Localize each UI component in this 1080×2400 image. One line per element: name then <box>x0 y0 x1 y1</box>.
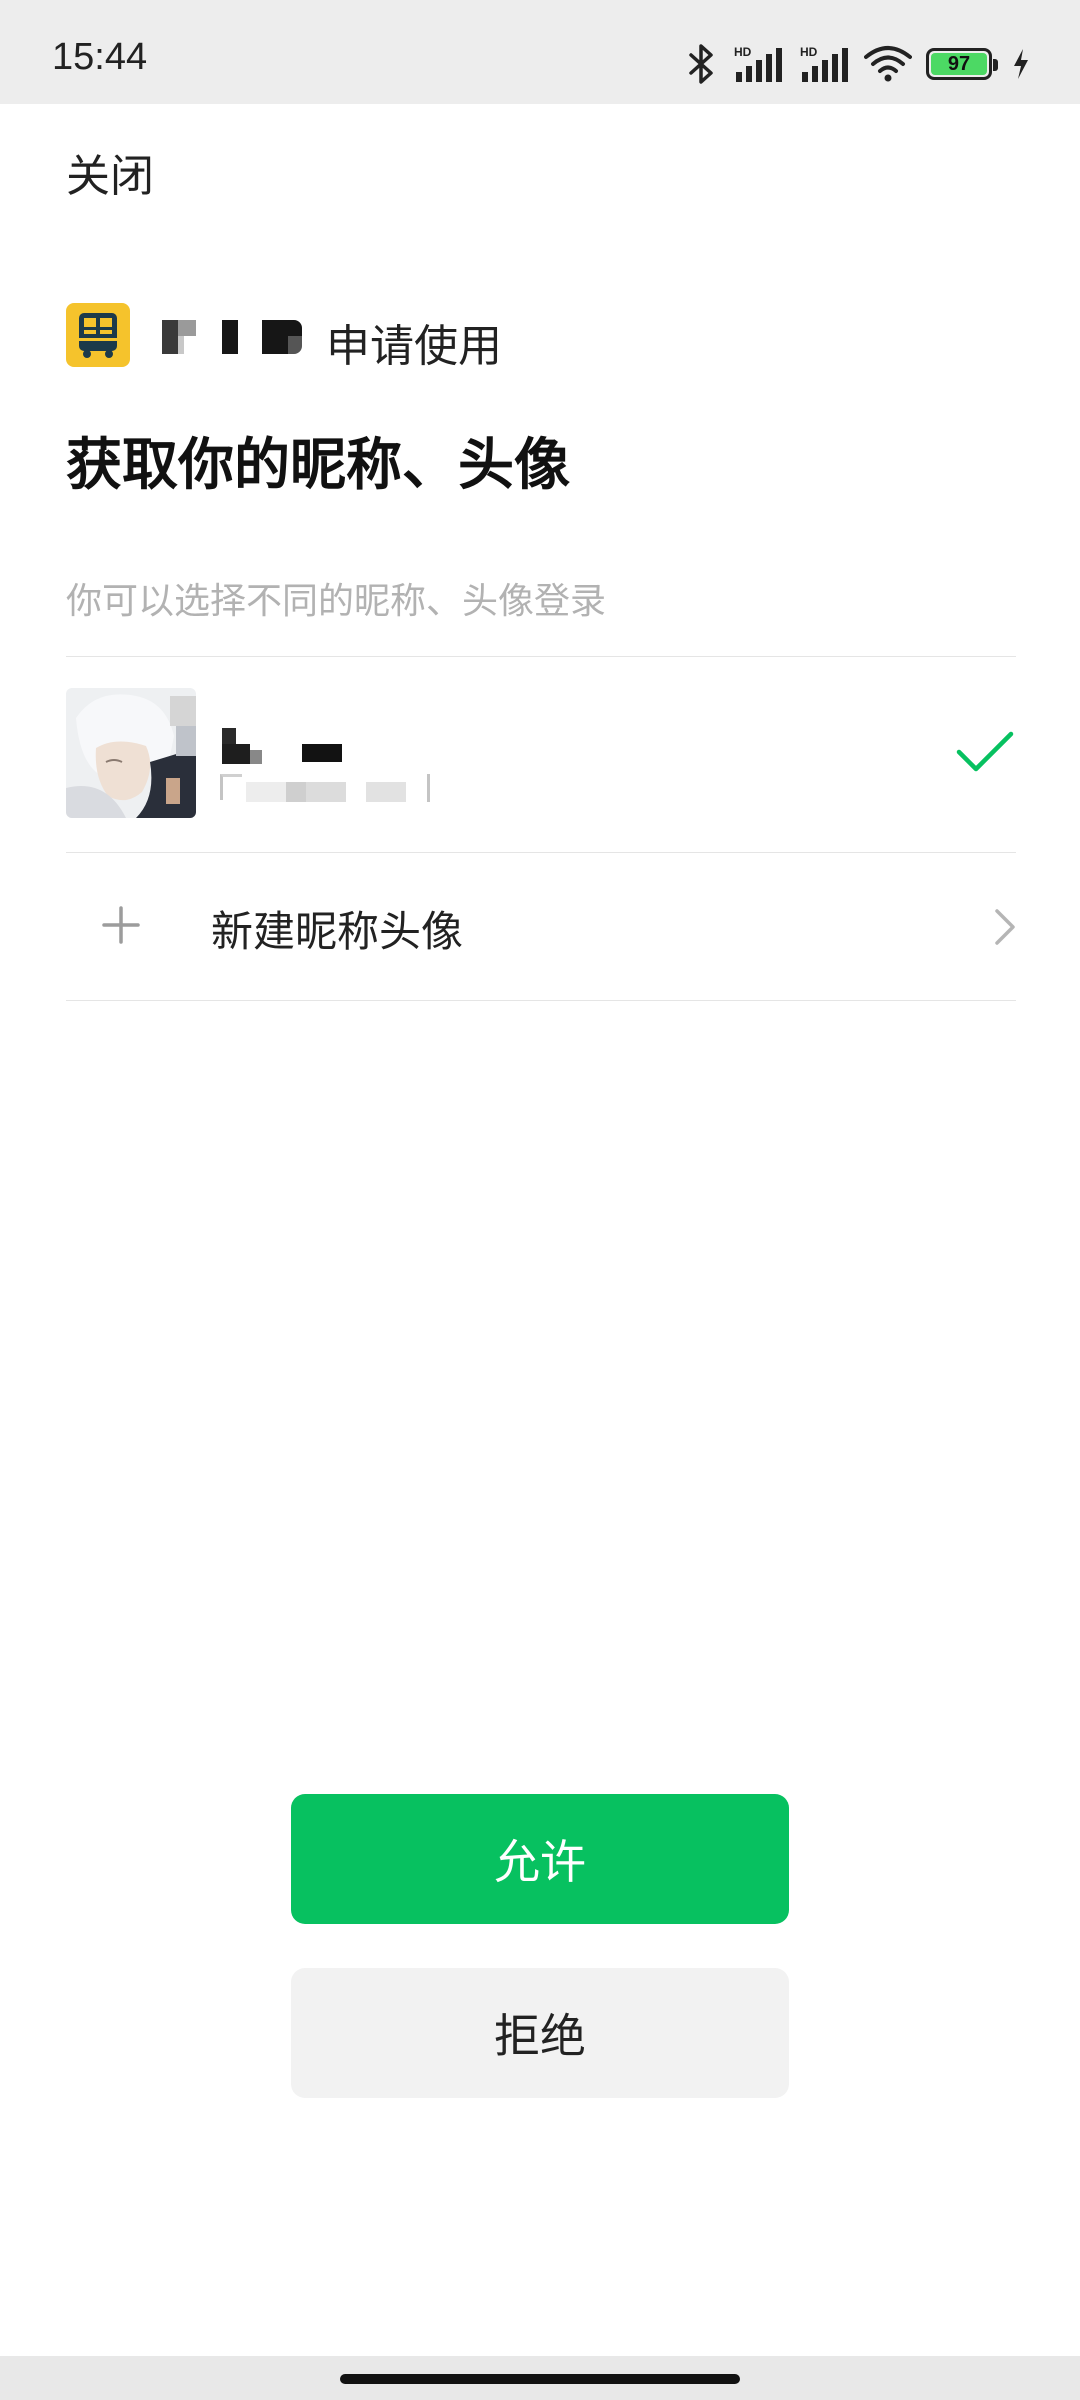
account-list-item[interactable] <box>66 656 1016 852</box>
svg-text:HD: HD <box>800 45 818 59</box>
allow-button[interactable]: 允许 <box>291 1794 789 1924</box>
charging-icon <box>1012 48 1030 80</box>
svg-text:HD: HD <box>734 45 752 59</box>
page-title: 获取你的昵称、头像 <box>66 433 570 498</box>
divider <box>66 1000 1016 1001</box>
home-indicator[interactable] <box>340 2374 740 2384</box>
bluetooth-icon <box>684 44 718 84</box>
battery-level: 97 <box>947 53 971 75</box>
hd-signal-icon: HD <box>732 44 784 84</box>
app-request-row: 申请使用 <box>66 302 502 372</box>
app-request-text: 申请使用 <box>326 321 502 372</box>
plus-icon <box>102 906 140 948</box>
bus-icon <box>66 303 130 367</box>
close-button[interactable]: 关闭 <box>66 140 154 204</box>
new-profile-row[interactable]: 新建昵称头像 <box>66 852 1016 1000</box>
account-nickname-redacted <box>222 728 442 768</box>
deny-button[interactable]: 拒绝 <box>291 1968 789 2098</box>
chevron-right-icon <box>994 908 1016 950</box>
navigation-bar <box>0 2356 1080 2400</box>
status-time: 15:44 <box>52 36 148 78</box>
page-hint: 你可以选择不同的昵称、头像登录 <box>66 581 607 622</box>
wifi-icon <box>864 45 912 83</box>
hd-signal-icon: HD <box>798 44 850 84</box>
app-name-redacted <box>162 316 312 356</box>
status-icons: HD HD 97 <box>684 42 1030 86</box>
check-icon <box>956 730 1014 778</box>
avatar <box>66 688 196 818</box>
status-bar: 15:44 HD HD 97 <box>0 0 1080 104</box>
battery-icon: 97 <box>926 48 998 80</box>
new-profile-label: 新建昵称头像 <box>211 907 464 956</box>
